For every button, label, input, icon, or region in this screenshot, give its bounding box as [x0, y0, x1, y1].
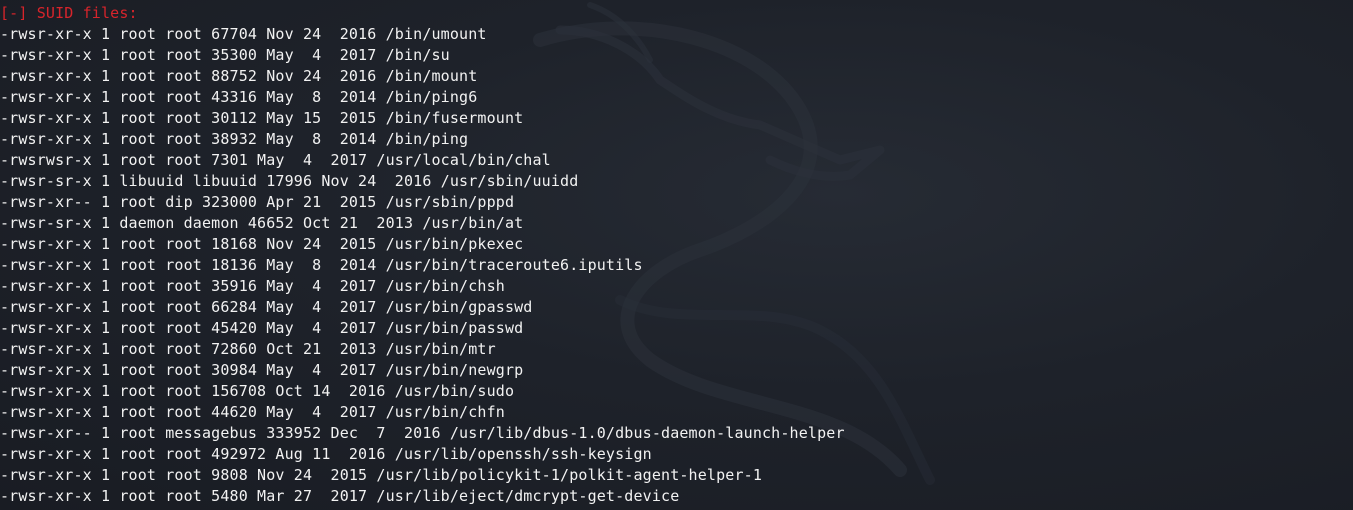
- suid-file-line: -rwsr-xr-x 1 root root 38932 May 8 2014 …: [0, 130, 469, 148]
- suid-file-line: -rwsr-xr-x 1 root root 30984 May 4 2017 …: [0, 361, 524, 379]
- suid-file-line: -rwsr-xr-x 1 root root 18136 May 8 2014 …: [0, 256, 643, 274]
- suid-file-line: -rwsrwsr-x 1 root root 7301 May 4 2017 /…: [0, 151, 551, 169]
- suid-file-line: -rwsr-sr-x 1 libuuid libuuid 17996 Nov 2…: [0, 172, 579, 190]
- suid-file-line: -rwsr-xr-x 1 root root 9808 Nov 24 2015 …: [0, 466, 763, 484]
- suid-file-line: -rwsr-xr-x 1 root root 492972 Aug 11 201…: [0, 445, 652, 463]
- section-header: [-] SUID files:: [0, 4, 138, 22]
- suid-file-line: -rwsr-xr-x 1 root root 35300 May 4 2017 …: [0, 46, 450, 64]
- suid-file-line: -rwsr-xr-x 1 root root 44620 May 4 2017 …: [0, 403, 505, 421]
- suid-file-line: -rwsr-xr-x 1 root root 67704 Nov 24 2016…: [0, 25, 487, 43]
- suid-file-line: -rwsr-xr-x 1 root root 72860 Oct 21 2013…: [0, 340, 496, 358]
- suid-file-line: -rwsr-xr-x 1 root root 30112 May 15 2015…: [0, 109, 524, 127]
- suid-file-line: -rwsr-sr-x 1 daemon daemon 46652 Oct 21 …: [0, 214, 524, 232]
- suid-file-line: -rwsr-xr-x 1 root root 66284 May 4 2017 …: [0, 298, 533, 316]
- suid-file-line: -rwsr-xr-x 1 root root 156708 Oct 14 201…: [0, 382, 515, 400]
- suid-file-line: -rwsr-xr-- 1 root messagebus 333952 Dec …: [0, 424, 845, 442]
- suid-file-line: -rwsr-xr-x 1 root root 5480 Mar 27 2017 …: [0, 487, 680, 505]
- suid-file-line: -rwsr-xr-x 1 root root 35916 May 4 2017 …: [0, 277, 505, 295]
- suid-file-line: -rwsr-xr-x 1 root root 45420 May 4 2017 …: [0, 319, 524, 337]
- suid-file-line: -rwsr-xr-x 1 root root 88752 Nov 24 2016…: [0, 67, 478, 85]
- terminal-output: [-] SUID files: -rwsr-xr-x 1 root root 6…: [0, 3, 1353, 507]
- suid-file-line: -rwsr-xr-- 1 root dip 323000 Apr 21 2015…: [0, 193, 515, 211]
- suid-file-line: -rwsr-xr-x 1 root root 18168 Nov 24 2015…: [0, 235, 524, 253]
- suid-file-line: -rwsr-xr-x 1 root root 43316 May 8 2014 …: [0, 88, 478, 106]
